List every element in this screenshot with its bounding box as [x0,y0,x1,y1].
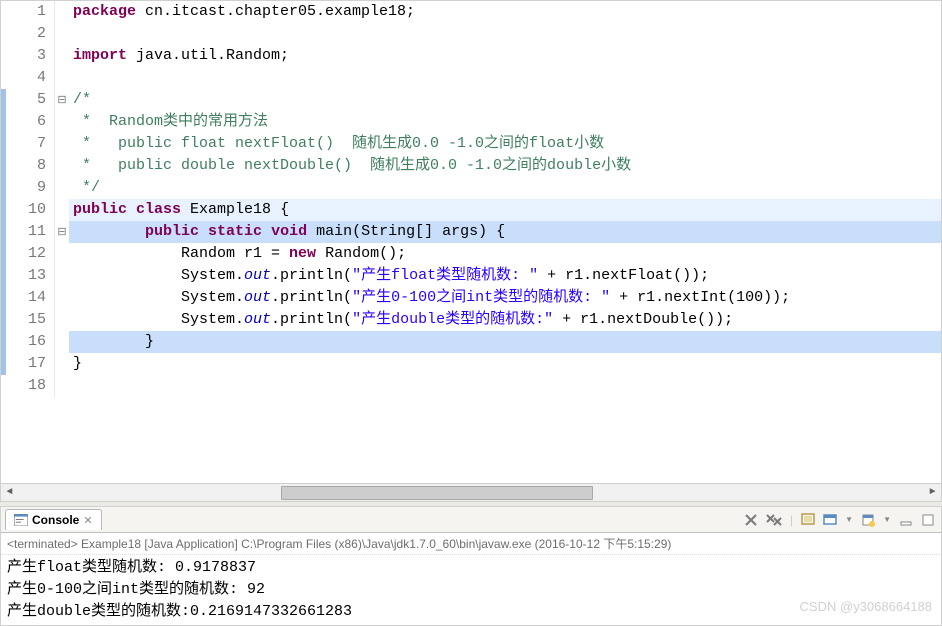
code-text: System.out.println("产生double类型的随机数:" + r… [69,309,941,331]
line-number: 14 [1,287,55,309]
line-number: 17 [1,353,55,375]
fold-gutter [55,199,69,221]
fold-gutter [55,23,69,45]
code-line-8[interactable]: 8 * public double nextDouble() 随机生成0.0 -… [1,155,941,177]
pin-icon[interactable] [801,513,815,527]
console-line: 产生float类型随机数: 0.9178837 [7,557,935,579]
console-status-line: <terminated> Example18 [Java Application… [1,533,941,555]
code-text [69,67,941,89]
tab-console[interactable]: Console ✕ [5,509,102,530]
code-text: public class Example18 { [69,199,941,221]
console-output[interactable]: 产生float类型随机数: 0.9178837产生0-100之间int类型的随机… [1,555,941,625]
console-panel: Console ✕ | ▼ ▼ <terminated> Example18 [… [0,506,942,626]
line-number: 11 [1,221,55,243]
line-number: 7 [1,133,55,155]
fold-gutter [55,287,69,309]
fold-gutter [55,67,69,89]
code-line-17[interactable]: 17} [1,353,941,375]
code-text: System.out.println("产生0-100之间int类型的随机数: … [69,287,941,309]
scroll-right-icon[interactable]: ► [924,484,941,501]
line-number: 18 [1,375,55,397]
fold-gutter [55,177,69,199]
tab-console-label: Console [32,513,79,527]
code-line-4[interactable]: 4 [1,67,941,89]
code-line-13[interactable]: 13 System.out.println("产生float类型随机数: " +… [1,265,941,287]
code-line-6[interactable]: 6 * Random类中的常用方法 [1,111,941,133]
code-text: package cn.itcast.chapter05.example18; [69,1,941,23]
code-text [69,375,941,397]
console-line: 产生double类型的随机数:0.2169147332661283 [7,601,935,623]
code-text: * public float nextFloat() 随机生成0.0 -1.0之… [69,133,941,155]
scroll-thumb[interactable] [281,486,593,500]
code-line-16[interactable]: 16 } [1,331,941,353]
display-icon[interactable] [823,513,837,527]
code-text: import java.util.Random; [69,45,941,67]
fold-gutter [55,309,69,331]
code-text [69,23,941,45]
code-line-14[interactable]: 14 System.out.println("产生0-100之间int类型的随机… [1,287,941,309]
fold-gutter [55,243,69,265]
code-line-9[interactable]: 9 */ [1,177,941,199]
fold-gutter [55,265,69,287]
fold-gutter [55,1,69,23]
line-number: 8 [1,155,55,177]
code-text: */ [69,177,941,199]
code-text: } [69,331,941,353]
remove-all-icon[interactable] [766,513,782,527]
line-number: 9 [1,177,55,199]
console-tabbar: Console ✕ | ▼ ▼ [1,507,941,533]
console-icon [14,514,28,526]
code-line-18[interactable]: 18 [1,375,941,397]
code-line-12[interactable]: 12 Random r1 = new Random(); [1,243,941,265]
code-line-1[interactable]: 1 package cn.itcast.chapter05.example18; [1,1,941,23]
line-number: 5 [1,89,55,111]
line-number: 4 [1,67,55,89]
code-area[interactable]: 1 package cn.itcast.chapter05.example18; 2… [1,1,941,483]
fold-gutter [55,133,69,155]
line-number: 12 [1,243,55,265]
code-line-15[interactable]: 15 System.out.println("产生double类型的随机数:" … [1,309,941,331]
line-number: 16 [1,331,55,353]
maximize-icon[interactable] [921,513,935,527]
fold-gutter [55,155,69,177]
line-number: 2 [1,23,55,45]
line-number: 3 [1,45,55,67]
line-number: 15 [1,309,55,331]
code-line-2[interactable]: 2 [1,23,941,45]
code-text: Random r1 = new Random(); [69,243,941,265]
horizontal-scrollbar[interactable]: ◄ ► [1,483,941,501]
fold-gutter [55,111,69,133]
minimize-icon[interactable] [899,513,913,527]
code-text: public static void main(String[] args) { [69,221,941,243]
fold-collapse-icon[interactable] [55,221,69,243]
code-text: * Random类中的常用方法 [69,111,941,133]
console-toolbar: | ▼ ▼ [744,513,941,527]
code-line-7[interactable]: 7 * public float nextFloat() 随机生成0.0 -1.… [1,133,941,155]
scroll-left-icon[interactable]: ◄ [1,484,18,501]
code-text: System.out.println("产生float类型随机数: " + r1… [69,265,941,287]
line-number: 10 [1,199,55,221]
line-number: 6 [1,111,55,133]
fold-gutter [55,331,69,353]
code-line-11[interactable]: 11 public static void main(String[] args… [1,221,941,243]
code-text: * public double nextDouble() 随机生成0.0 -1.… [69,155,941,177]
code-editor: 1 package cn.itcast.chapter05.example18; 2… [0,0,942,502]
fold-collapse-icon[interactable] [55,89,69,111]
code-line-10[interactable]: 10 public class Example18 { [1,199,941,221]
code-text: /* [69,89,941,111]
fold-gutter [55,353,69,375]
open-console-icon[interactable] [861,513,875,527]
fold-gutter [55,45,69,67]
close-icon[interactable]: ✕ [83,514,92,527]
console-line: 产生0-100之间int类型的随机数: 92 [7,579,935,601]
fold-gutter [55,375,69,397]
line-number: 13 [1,265,55,287]
remove-launch-icon[interactable] [744,513,758,527]
line-number: 1 [1,1,55,23]
code-line-3[interactable]: 3 import java.util.Random; [1,45,941,67]
code-line-5[interactable]: 5 /* [1,89,941,111]
code-text: } [69,353,941,375]
